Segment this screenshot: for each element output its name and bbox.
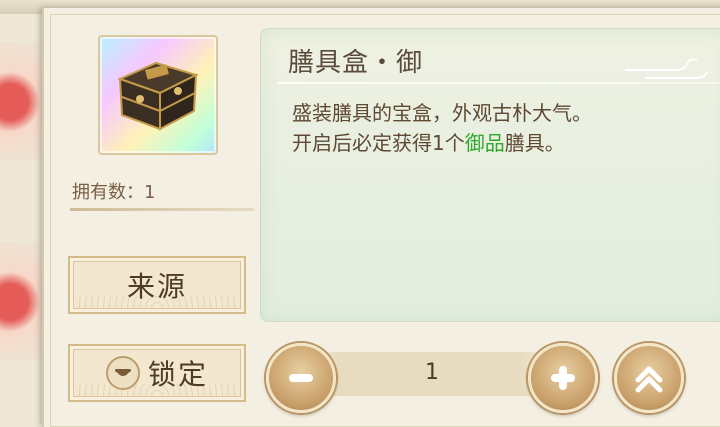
increase-button[interactable]	[528, 343, 598, 413]
lock-button-label: 锁定	[147, 358, 208, 391]
plus-icon	[551, 366, 575, 390]
source-button[interactable]: 来源	[68, 256, 246, 314]
double-chevron-up-icon	[635, 366, 663, 393]
quality-highlight: 御品	[464, 131, 505, 155]
treasure-chest-icon	[117, 61, 199, 131]
description-text: 膳具。	[504, 131, 565, 155]
description-text: 开启后必定获得1个	[292, 131, 465, 155]
lock-button[interactable]: 锁定	[68, 344, 246, 402]
description-line-1: 盛装膳具的宝盒，外观古朴大气。	[292, 101, 592, 125]
lock-icon	[105, 356, 140, 390]
source-button-label: 来源	[126, 270, 187, 303]
quantity-value: 1	[425, 360, 439, 385]
owned-count: 拥有数：1	[72, 182, 156, 203]
background-left-strip	[0, 14, 44, 427]
background-card	[0, 242, 44, 360]
background-card	[0, 42, 44, 160]
item-description: 盛装膳具的宝盒，外观古朴大气。 开启后必定获得1个御品膳具。	[292, 98, 592, 158]
item-icon-frame	[98, 35, 218, 155]
decrease-button[interactable]	[266, 343, 336, 413]
divider	[70, 208, 254, 211]
max-button[interactable]	[614, 343, 684, 413]
description-line-2: 开启后必定获得1个御品膳具。	[292, 128, 592, 158]
item-title: 膳具盒・御	[288, 48, 424, 78]
cloud-swirl-icon	[625, 58, 708, 79]
minus-icon	[289, 374, 313, 382]
